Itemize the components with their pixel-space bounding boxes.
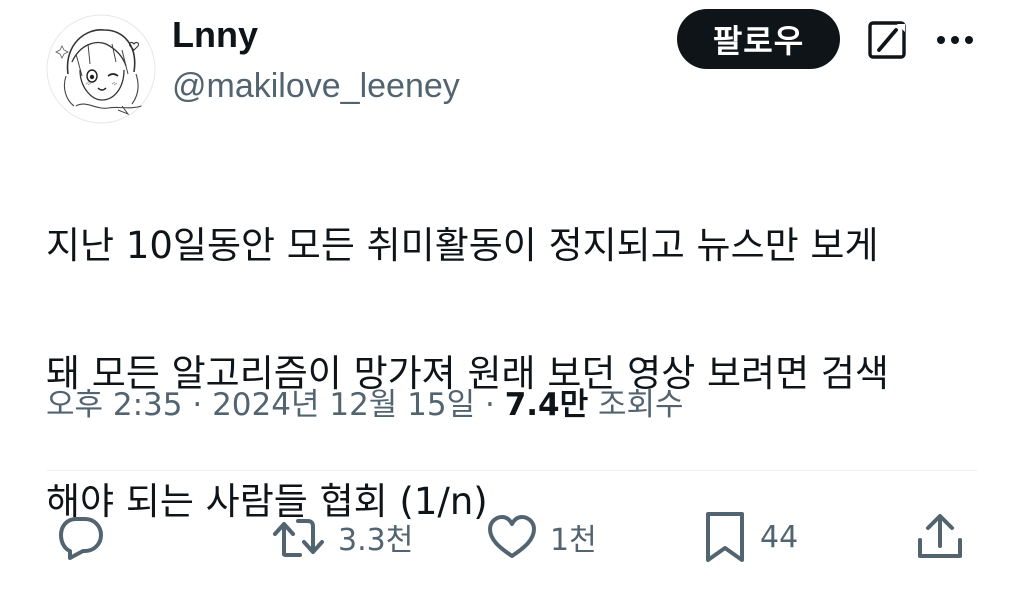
share-button[interactable] — [914, 510, 966, 564]
grok-icon[interactable] — [867, 20, 907, 60]
bookmark-button[interactable]: 44 — [702, 510, 798, 564]
anime-sketch-avatar-icon — [46, 14, 156, 124]
like-count: 1천 — [550, 523, 597, 558]
tweet-date[interactable]: 2024년 12월 15일 — [212, 387, 475, 423]
divider — [46, 470, 978, 471]
tweet-time[interactable]: 오후 2:35 — [46, 387, 183, 423]
bookmark-count: 44 — [760, 519, 799, 555]
avatar[interactable] — [46, 14, 156, 124]
like-button[interactable]: 1천 — [486, 510, 597, 564]
reply-button[interactable] — [56, 510, 106, 564]
tweet-detail: Lnny @makilove_leeney 팔로우 지난 10일동안 모든 취미… — [0, 0, 1024, 596]
share-icon — [918, 514, 962, 558]
tweet-meta: 오후 2:35 · 2024년 12월 15일 · 7.4만 조회수 — [46, 380, 684, 430]
views-count: 7.4만 — [504, 387, 589, 423]
views-label: 조회수 — [598, 387, 684, 423]
retweet-icon — [273, 519, 324, 557]
meta-separator: · — [182, 387, 213, 423]
follow-button[interactable]: 팔로우 — [677, 9, 840, 69]
display-name[interactable]: Lnny — [172, 14, 258, 56]
retweet-button[interactable]: 3.3천 — [272, 510, 413, 564]
user-handle[interactable]: @makilove_leeney — [172, 66, 460, 106]
tweet-text-line: 지난 10일동안 모든 취미활동이 정지되고 뉴스만 보게 — [46, 224, 879, 267]
reply-icon — [59, 517, 103, 560]
heart-icon — [488, 515, 536, 558]
meta-separator: · — [475, 387, 505, 423]
retweet-count: 3.3천 — [338, 523, 414, 558]
more-icon[interactable] — [934, 28, 976, 52]
bookmark-icon — [706, 512, 744, 562]
